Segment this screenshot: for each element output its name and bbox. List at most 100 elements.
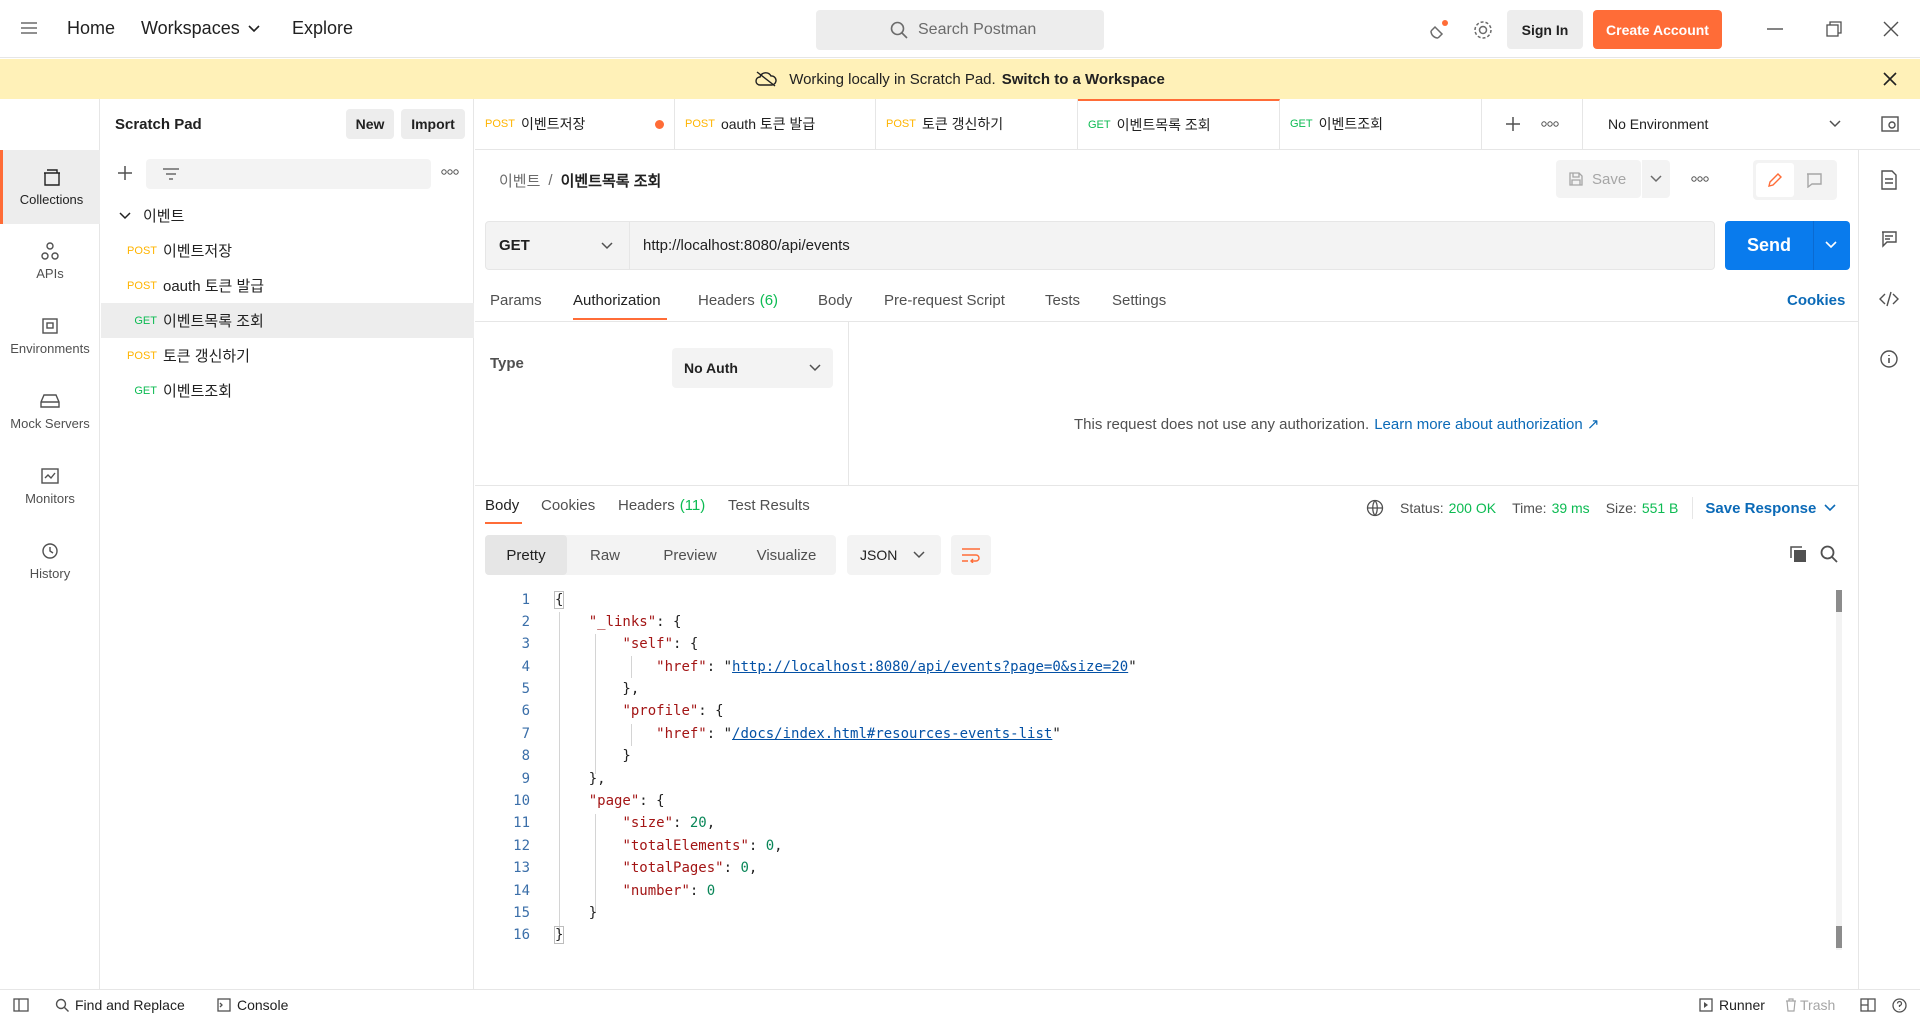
self-href-link[interactable]: http://localhost:8080/api/events?page=0&… [732, 659, 1128, 675]
view-visualize[interactable]: Visualize [737, 547, 836, 564]
tabs-more-icon[interactable] [1541, 121, 1559, 127]
environment-select[interactable]: No Environment [1582, 99, 1857, 149]
comments-icon[interactable] [1880, 230, 1898, 248]
toggle-sidebar-icon[interactable] [13, 998, 29, 1012]
cookies-link[interactable]: Cookies [1787, 292, 1845, 309]
info-icon[interactable] [1879, 349, 1899, 369]
runner-button[interactable]: Runner [1699, 997, 1765, 1013]
tab-body[interactable]: Body [818, 292, 852, 309]
comment-icon[interactable] [1794, 163, 1834, 197]
menu-icon[interactable] [20, 20, 38, 36]
create-account-button[interactable]: Create Account [1593, 10, 1722, 49]
response-meta: Status: 200 OK Time: 39 ms Size: 551 B S… [1366, 497, 1836, 519]
tree-request-item[interactable]: GET 이벤트조회 [101, 373, 474, 408]
request-tab[interactable]: GET 이벤트조회 [1280, 99, 1482, 149]
request-tab[interactable]: POST oauth 토큰 발급 [675, 99, 876, 149]
nav-mock-servers[interactable]: Mock Servers [0, 374, 100, 448]
documentation-icon[interactable] [1880, 170, 1898, 190]
profile-href-link[interactable]: /docs/index.html#resources-events-list [732, 726, 1052, 742]
scrollbar-thumb-top[interactable] [1836, 590, 1842, 612]
new-tab-plus-icon[interactable] [1505, 116, 1521, 132]
console-button[interactable]: Console [217, 997, 288, 1013]
auth-type-select[interactable]: No Auth [672, 348, 833, 388]
tab-name: oauth 토큰 발급 [720, 116, 816, 132]
response-body-code[interactable]: 1 2 3 4 5 6 7 8 9 10 11 12 13 14 15 16 {… [475, 584, 1855, 954]
scrollbar-track[interactable] [1836, 590, 1842, 950]
tab-params[interactable]: Params [490, 292, 542, 309]
add-collection-icon[interactable] [117, 165, 133, 181]
status-value[interactable]: 200 OK [1449, 500, 1496, 516]
scrollbar-thumb-bottom[interactable] [1836, 926, 1842, 948]
response-tab-body[interactable]: Body [485, 497, 519, 514]
view-raw[interactable]: Raw [567, 547, 643, 564]
request-tab[interactable]: POST 이벤트저장 [475, 99, 675, 149]
request-more-icon[interactable] [1691, 176, 1709, 182]
tree-request-item[interactable]: POST oauth 토큰 발급 [101, 268, 474, 303]
tab-prerequest[interactable]: Pre-request Script [884, 292, 1005, 309]
nav-home[interactable]: Home [67, 18, 115, 39]
code-line: "totalPages": 0, [622, 860, 758, 876]
view-preview[interactable]: Preview [643, 547, 737, 564]
nav-explore[interactable]: Explore [292, 18, 353, 39]
time-value[interactable]: 39 ms [1552, 500, 1590, 516]
copy-icon[interactable] [1789, 545, 1807, 563]
more-options-icon[interactable] [441, 169, 459, 175]
satellite-icon[interactable] [1428, 19, 1450, 41]
tab-authorization[interactable]: Authorization [573, 292, 661, 309]
nav-environments[interactable]: Environments [0, 299, 100, 373]
method-select[interactable]: GET [486, 222, 630, 269]
nav-monitors[interactable]: Monitors [0, 449, 100, 523]
request-tab[interactable]: POST 토큰 갱신하기 [876, 99, 1078, 149]
search-input[interactable]: Search Postman [816, 10, 1104, 50]
save-dropdown[interactable] [1642, 160, 1670, 198]
code-snippet-icon[interactable] [1879, 290, 1899, 308]
tree-request-item[interactable]: POST 이벤트저장 [101, 233, 474, 268]
minimize-icon[interactable] [1767, 28, 1783, 30]
close-window-icon[interactable] [1883, 21, 1899, 37]
collection-folder[interactable]: 이벤트 [101, 198, 474, 233]
trash-button[interactable]: Trash [1785, 997, 1835, 1013]
nav-history[interactable]: History [0, 524, 100, 598]
response-tab-cookies[interactable]: Cookies [541, 497, 595, 514]
save-icon [1568, 171, 1584, 187]
tab-settings[interactable]: Settings [1112, 292, 1166, 309]
learn-more-auth-link[interactable]: Learn more about authorization ↗ [1374, 415, 1599, 433]
view-pretty[interactable]: Pretty [485, 535, 567, 575]
filter-input[interactable] [146, 159, 431, 189]
search-response-icon[interactable] [1820, 545, 1838, 563]
help-icon[interactable] [1892, 998, 1907, 1013]
globe-icon[interactable] [1366, 499, 1384, 517]
two-pane-icon[interactable] [1860, 998, 1876, 1012]
sign-in-button[interactable]: Sign In [1507, 10, 1583, 49]
save-button[interactable]: Save [1556, 160, 1641, 198]
nav-workspaces[interactable]: Workspaces [141, 18, 260, 39]
settings-gear-icon[interactable] [1472, 19, 1494, 41]
import-button[interactable]: Import [401, 109, 465, 139]
format-select[interactable]: JSON [847, 535, 941, 575]
nav-apis[interactable]: APIs [0, 224, 100, 298]
tab-headers[interactable]: Headers (6) [698, 292, 778, 309]
save-response-button[interactable]: Save Response [1705, 500, 1816, 517]
switch-workspace-link[interactable]: Switch to a Workspace [1002, 71, 1165, 88]
response-tab-test-results[interactable]: Test Results [728, 497, 810, 514]
response-tab-headers[interactable]: Headers (11) [618, 497, 705, 514]
tab-tests[interactable]: Tests [1045, 292, 1080, 309]
tree-request-item[interactable]: POST 토큰 갱신하기 [101, 338, 474, 373]
send-button[interactable]: Send [1725, 221, 1850, 270]
breadcrumb-parent[interactable]: 이벤트 [499, 170, 540, 191]
new-button[interactable]: New [346, 109, 394, 139]
response-active-underline [485, 522, 522, 524]
chevron-down-icon[interactable] [1825, 241, 1837, 249]
nav-collections[interactable]: Collections [0, 150, 100, 224]
environment-quick-look-icon[interactable] [1880, 114, 1900, 134]
tree-request-item[interactable]: GET 이벤트목록 조회 [101, 303, 474, 338]
request-tab-active[interactable]: GET 이벤트목록 조회 [1078, 99, 1280, 149]
wrap-lines-icon[interactable] [951, 535, 991, 575]
close-banner-icon[interactable] [1883, 72, 1897, 86]
edit-pencil-icon[interactable] [1756, 163, 1794, 197]
find-replace-button[interactable]: Find and Replace [55, 997, 185, 1013]
url-input[interactable]: http://localhost:8080/api/events [643, 237, 850, 254]
chevron-down-icon[interactable] [1824, 504, 1836, 512]
restore-icon[interactable] [1826, 21, 1842, 37]
size-value[interactable]: 551 B [1642, 500, 1679, 516]
